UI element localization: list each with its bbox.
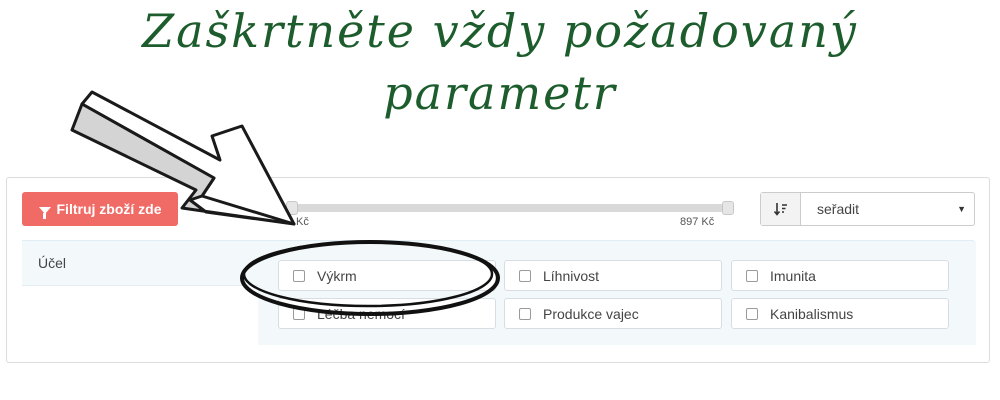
option-lihnivost[interactable]: Líhnivost: [504, 260, 722, 291]
headline-line-2: parametr: [383, 66, 617, 120]
filter-icon: [38, 206, 51, 219]
section-options-area: [258, 241, 976, 345]
checkbox[interactable]: [519, 307, 531, 320]
price-slider-track[interactable]: [291, 204, 731, 212]
price-slider-max-handle[interactable]: [722, 201, 734, 215]
option-imunita[interactable]: Imunita: [731, 260, 949, 291]
option-label: Líhnivost: [543, 267, 600, 284]
checkbox[interactable]: [293, 307, 305, 320]
option-vykrm[interactable]: Výkrm: [278, 260, 496, 291]
checkbox[interactable]: [519, 269, 531, 282]
option-lecba-nemoci[interactable]: Léčba nemocí: [278, 298, 496, 329]
filter-button[interactable]: Filtruj zboží zde: [22, 192, 178, 226]
price-slider-min-handle[interactable]: [286, 201, 298, 215]
option-label: Imunita: [770, 267, 816, 284]
price-max-label: 897 Kč: [680, 216, 715, 228]
caret-down-icon: ▼: [957, 204, 966, 214]
checkbox[interactable]: [293, 269, 305, 282]
sort-select[interactable]: seřadit ▼: [801, 193, 974, 225]
sort-selected-value: seřadit: [817, 201, 860, 217]
checkbox[interactable]: [746, 307, 758, 320]
section-label: Účel: [38, 255, 67, 271]
option-label: Produkce vajec: [543, 305, 639, 322]
price-min-label: Kč: [296, 216, 309, 228]
option-label: Léčba nemocí: [317, 305, 405, 322]
option-label: Kanibalismus: [770, 305, 854, 322]
option-produkce-vajec[interactable]: Produkce vajec: [504, 298, 722, 329]
filter-button-label: Filtruj zboží zde: [56, 201, 162, 217]
headline-line-1: Zaškrtněte vždy požadovaný: [142, 4, 858, 58]
checkbox[interactable]: [746, 269, 758, 282]
sort-control: seřadit ▼: [760, 192, 975, 226]
option-label: Výkrm: [317, 267, 357, 284]
option-kanibalismus[interactable]: Kanibalismus: [731, 298, 949, 329]
sort-icon[interactable]: [761, 193, 801, 225]
